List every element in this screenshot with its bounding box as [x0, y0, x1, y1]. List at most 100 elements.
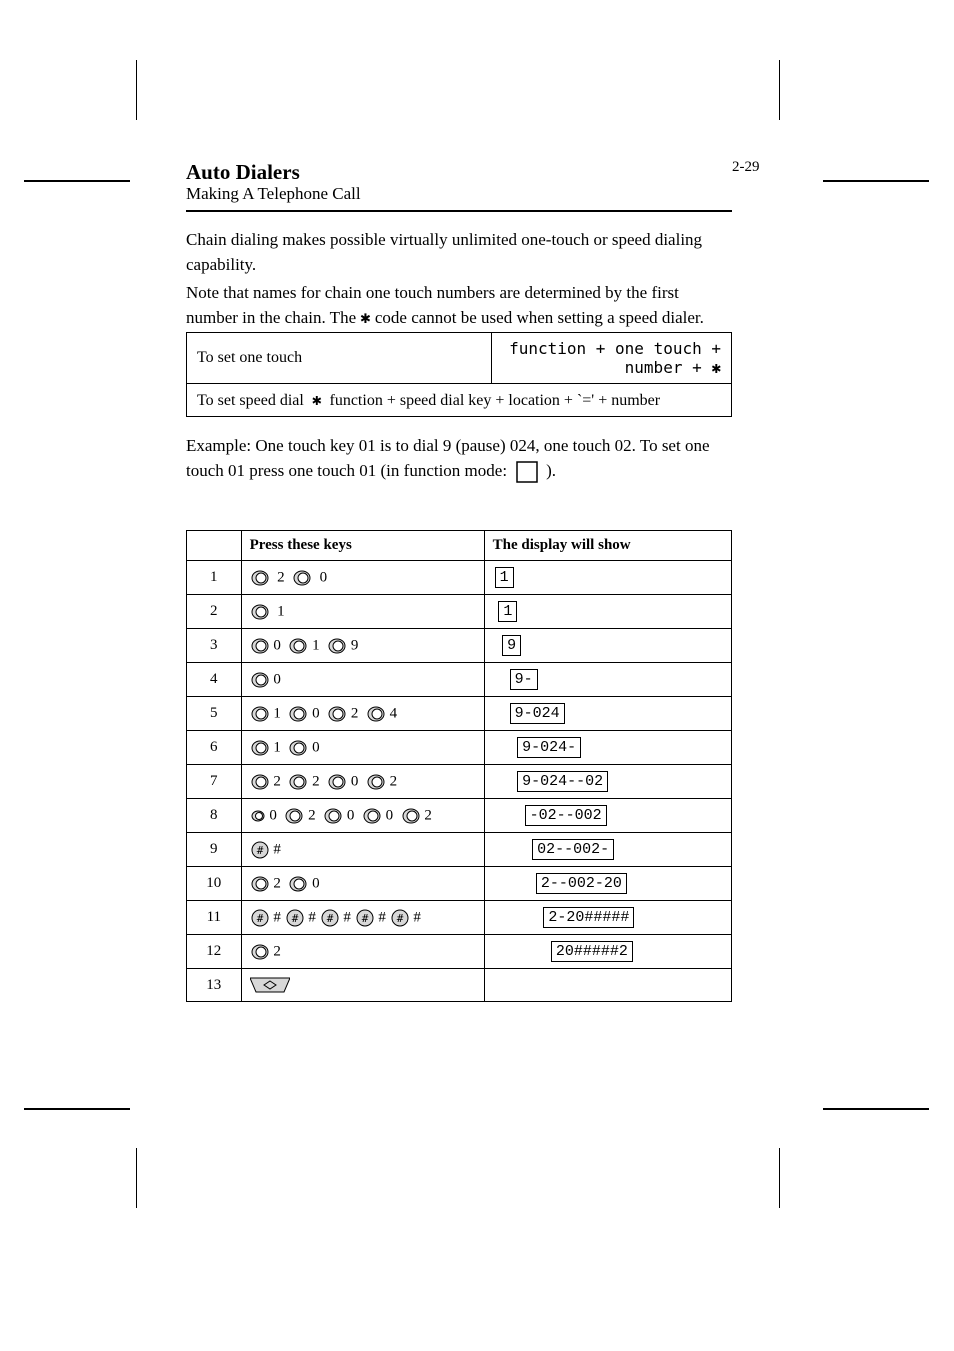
display-readout: 9-024--02 — [517, 771, 608, 792]
crop-mark — [136, 1148, 137, 1208]
table-row: 2 1 1 — [187, 595, 732, 629]
step-number: 11 — [187, 901, 242, 935]
manual-page: 2-29 Auto Dialers Making A Telephone Cal… — [0, 0, 954, 1351]
col-header — [187, 531, 242, 561]
asterisk-icon: ✱ — [360, 306, 370, 331]
crop-mark — [779, 1148, 780, 1208]
example-text: Example: One touch key 01 is to dial 9 (… — [186, 434, 732, 483]
svg-text:#: # — [361, 912, 368, 925]
keys-cell: 1 0 — [241, 731, 484, 765]
table-row: 12 2 20#####2 — [187, 935, 732, 969]
round-key-icon — [250, 636, 270, 656]
display-cell: 9-024 — [484, 697, 731, 731]
step-number: 12 — [187, 935, 242, 969]
table-row: To set speed dial ✱ function + speed dia… — [187, 384, 732, 417]
table-row: 10 2 0 2--002-20 — [187, 867, 732, 901]
crop-mark — [823, 1108, 929, 1110]
table-header-row: Press these keys The display will show — [187, 531, 732, 561]
crop-mark — [24, 180, 130, 182]
round-key-icon — [401, 806, 421, 826]
keys-cell: 0 2 0 0 2 — [241, 799, 484, 833]
round-key-icon — [327, 636, 347, 656]
keys-cell — [241, 969, 484, 1002]
hash-key-icon: # — [355, 908, 375, 928]
round-key-icon — [250, 670, 270, 690]
round-key-icon — [288, 636, 308, 656]
keys-cell: # # — [241, 833, 484, 867]
step-number: 1 — [187, 561, 242, 595]
round-key-icon — [327, 704, 347, 724]
display-readout: 9- — [510, 669, 538, 690]
col-header: Press these keys — [241, 531, 484, 561]
display-cell: 2--002-20 — [484, 867, 731, 901]
step-number: 3 — [187, 629, 242, 663]
display-cell: 1 — [484, 595, 731, 629]
table-row: To set one touch function + one touch + … — [187, 333, 732, 384]
table-row: 6 1 0 9-024- — [187, 731, 732, 765]
crop-mark — [779, 60, 780, 120]
display-cell: 20#####2 — [484, 935, 731, 969]
round-key-icon — [366, 704, 386, 724]
table-row: 8 0 2 0 0 2 -02--002 — [187, 799, 732, 833]
display-cell — [484, 969, 731, 1002]
table-row: 1 2 0 2 0 1 — [187, 561, 732, 595]
cell-label: To set one touch — [187, 333, 492, 384]
hash-key-icon: # — [250, 908, 270, 928]
round-key-icon — [323, 806, 343, 826]
col-header: The display will show — [484, 531, 731, 561]
round-key-icon — [366, 772, 386, 792]
display-cell: 9- — [484, 663, 731, 697]
crop-mark — [24, 1108, 130, 1110]
round-key-icon — [288, 738, 308, 758]
round-key-icon — [288, 704, 308, 724]
display-readout: 1 — [495, 567, 514, 588]
hash-key-icon: # — [390, 908, 410, 928]
svg-text:#: # — [396, 912, 403, 925]
step-number: 7 — [187, 765, 242, 799]
round-key-icon — [250, 602, 270, 622]
hash-key-icon: # — [250, 840, 270, 860]
keys-cell: 2 — [241, 935, 484, 969]
display-readout: 9 — [502, 635, 521, 656]
round-key-icon — [250, 808, 266, 824]
function-key-icon — [516, 461, 538, 483]
svg-text:#: # — [256, 844, 263, 857]
intro-p2: Note that names for chain one touch numb… — [186, 281, 732, 330]
display-cell: 1 — [484, 561, 731, 595]
round-key-icon — [362, 806, 382, 826]
cell-label: To set speed dial ✱ function + speed dia… — [187, 384, 732, 417]
table-row: 13 — [187, 969, 732, 1002]
round-key-icon — [250, 568, 270, 588]
keys-cell: 0 1 9 — [241, 629, 484, 663]
hash-key-icon: # — [285, 908, 305, 928]
section-title: Auto Dialers — [186, 160, 300, 185]
round-key-icon — [288, 874, 308, 894]
table-row: 3 0 1 9 9 — [187, 629, 732, 663]
svg-text:#: # — [326, 912, 333, 925]
step-number: 9 — [187, 833, 242, 867]
display-cell: 2-20##### — [484, 901, 731, 935]
table-row: 5 1 0 2 4 9-024 — [187, 697, 732, 731]
keys-cell: 2 2 0 2 — [241, 765, 484, 799]
round-key-icon — [250, 874, 270, 894]
table-row: 9 # # 02--002- — [187, 833, 732, 867]
step-number: 2 — [187, 595, 242, 629]
step-number: 6 — [187, 731, 242, 765]
step-number: 4 — [187, 663, 242, 697]
display-readout: 2-20##### — [543, 907, 634, 928]
settings-table: To set one touch function + one touch + … — [186, 332, 732, 417]
round-key-icon — [250, 738, 270, 758]
display-readout: 1 — [498, 601, 517, 622]
start-key-icon — [250, 975, 290, 995]
section-subtitle: Making A Telephone Call — [186, 184, 361, 204]
keys-cell: # # # # # # # # # # — [241, 901, 484, 935]
intro-text: Chain dialing makes possible virtually u… — [186, 228, 732, 335]
display-readout: 2--002-20 — [536, 873, 627, 894]
crop-mark — [823, 180, 929, 182]
display-cell: 9-024--02 — [484, 765, 731, 799]
svg-text:#: # — [291, 912, 298, 925]
display-readout: 20#####2 — [551, 941, 633, 962]
cell-value: function + one touch + number + ✱ — [492, 333, 732, 384]
page-number: 2-29 — [732, 159, 760, 176]
crop-mark — [136, 60, 137, 120]
